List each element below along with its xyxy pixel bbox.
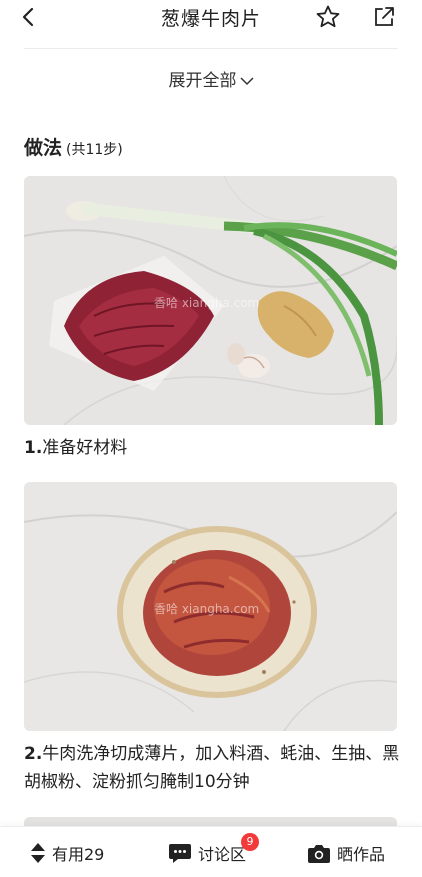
step-1-text: 1.准备好材料 (24, 434, 404, 462)
method-title: 做法 (24, 137, 63, 159)
expand-all-label: 展开全部 (168, 71, 237, 91)
image-watermark: 香哈 xiangha.com (154, 296, 260, 310)
discussion-label: 讨论区 (198, 845, 247, 864)
discussion-button[interactable]: 讨论区 (168, 841, 246, 865)
expand-all-button[interactable]: 展开全部 (0, 66, 422, 91)
up-down-arrows-icon (31, 843, 45, 863)
camera-icon (308, 844, 330, 863)
share-dish-label: 晒作品 (337, 845, 386, 864)
page-title: 葱爆牛肉片 (160, 8, 261, 30)
useful-button[interactable]: 有用29 (30, 841, 104, 865)
bottom-action-bar: 有用29 讨论区 9 晒作品 (0, 826, 422, 877)
divider (24, 48, 398, 49)
step-1-description: 准备好材料 (42, 438, 128, 458)
step-2-number: 2. (24, 744, 43, 764)
star-outline-icon[interactable] (315, 4, 341, 30)
top-nav-bar: 葱爆牛肉片 (0, 0, 422, 34)
comment-icon (169, 844, 191, 863)
share-dish-button[interactable]: 晒作品 (307, 841, 385, 865)
step-1-number: 1. (24, 438, 43, 458)
chevron-down-icon (239, 77, 254, 86)
useful-label: 有用29 (52, 845, 105, 864)
share-external-icon[interactable] (372, 5, 396, 29)
step-2-description: 牛肉洗净切成薄片，加入料酒、蚝油、生抽、黑胡椒粉、淀粉抓匀腌制10分钟 (24, 744, 400, 792)
method-heading: 做法 (共11步) (24, 133, 123, 160)
step-2-image[interactable]: 香哈 xiangha.com (24, 482, 397, 731)
image-watermark: 香哈 xiangha.com (154, 602, 260, 616)
step-count: (共11步) (66, 142, 123, 158)
step-1-image[interactable]: 香哈 xiangha.com (24, 176, 397, 425)
step-2-text: 2.牛肉洗净切成薄片，加入料酒、蚝油、生抽、黑胡椒粉、淀粉抓匀腌制10分钟 (24, 740, 404, 796)
notification-badge: 9 (241, 833, 259, 851)
